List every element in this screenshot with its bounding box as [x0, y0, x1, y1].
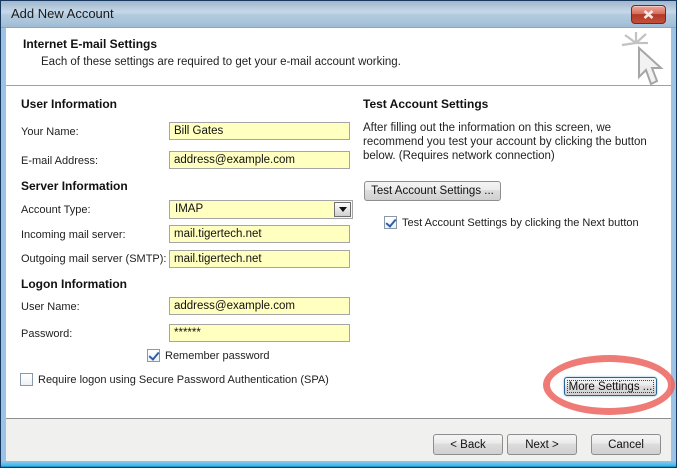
footer-divider — [6, 418, 671, 419]
titlebar[interactable]: Add New Account — [1, 1, 676, 28]
add-new-account-dialog: Add New Account Internet E-mail Settings… — [0, 0, 677, 468]
account-type-value: IMAP — [175, 203, 203, 215]
outgoing-server-label: Outgoing mail server (SMTP): — [21, 253, 166, 265]
outgoing-server-input[interactable] — [169, 250, 350, 268]
chevron-down-icon — [339, 207, 347, 212]
user-name-input[interactable] — [169, 297, 350, 315]
server-information-heading: Server Information — [21, 179, 128, 193]
test-account-settings-heading: Test Account Settings — [363, 97, 488, 111]
window-bottom-edge — [1, 461, 676, 467]
click-cursor-icon — [619, 31, 671, 93]
spa-label: Require logon using Secure Password Auth… — [38, 374, 329, 386]
test-account-settings-button[interactable]: Test Account Settings ... — [364, 181, 501, 201]
header-divider — [6, 85, 671, 86]
test-next-checkbox[interactable] — [384, 216, 397, 229]
more-settings-button[interactable]: More Settings ... — [564, 377, 657, 396]
next-button[interactable]: Next > — [507, 434, 577, 455]
page-subtitle: Each of these settings are required to g… — [41, 56, 401, 68]
close-icon — [643, 10, 654, 19]
logon-information-heading: Logon Information — [21, 277, 127, 291]
user-name-label: User Name: — [21, 301, 80, 313]
cancel-button[interactable]: Cancel — [591, 434, 661, 455]
page-title: Internet E-mail Settings — [23, 37, 157, 51]
password-input[interactable] — [169, 324, 350, 342]
account-type-dropdown[interactable]: IMAP — [169, 200, 353, 219]
email-address-label: E-mail Address: — [21, 155, 98, 167]
password-label: Password: — [21, 328, 72, 340]
account-type-label: Account Type: — [21, 204, 91, 216]
back-button[interactable]: < Back — [433, 434, 503, 455]
remember-password-checkbox[interactable] — [147, 349, 160, 362]
dropdown-arrow-button[interactable] — [334, 202, 351, 217]
user-information-heading: User Information — [21, 97, 117, 111]
test-account-description: After filling out the information on thi… — [363, 121, 647, 163]
spa-checkbox[interactable] — [20, 373, 33, 386]
your-name-input[interactable] — [169, 122, 350, 140]
test-next-label: Test Account Settings by clicking the Ne… — [402, 217, 639, 229]
window-title: Add New Account — [11, 1, 114, 27]
your-name-label: Your Name: — [21, 126, 79, 138]
remember-password-label: Remember password — [165, 350, 270, 362]
dialog-body — [6, 28, 671, 462]
incoming-server-input[interactable] — [169, 225, 350, 243]
email-address-input[interactable] — [169, 151, 350, 169]
close-button[interactable] — [631, 5, 666, 24]
incoming-server-label: Incoming mail server: — [21, 229, 126, 241]
